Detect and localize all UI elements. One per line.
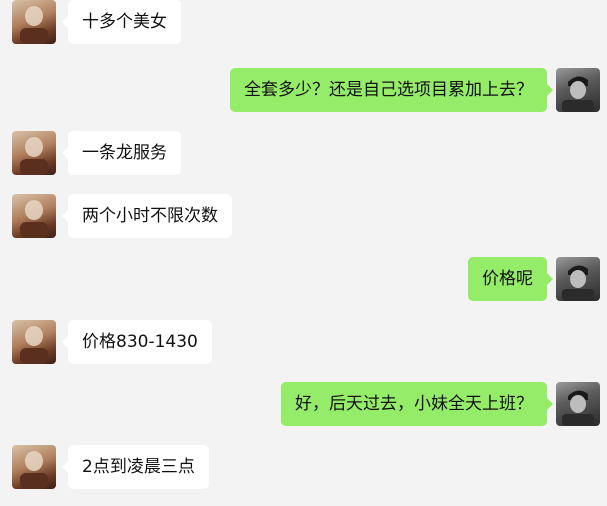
message-bubble-incoming[interactable]: 一条龙服务 [62, 131, 181, 175]
contact-avatar[interactable] [12, 131, 56, 175]
message-bubble-outgoing[interactable]: 全套多少？还是自己选项目累加上去？ [230, 68, 553, 112]
contact-avatar[interactable] [12, 320, 56, 364]
message-row: 一条龙服务 [0, 129, 607, 177]
contact-avatar[interactable] [12, 0, 56, 44]
message-bubble-incoming[interactable]: 两个小时不限次数 [62, 194, 232, 238]
message-row: 2点到凌晨三点 [0, 443, 607, 491]
message-bubble-outgoing[interactable]: 好，后天过去，小妹全天上班？ [281, 382, 553, 426]
message-bubble-outgoing[interactable]: 价格呢 [468, 257, 553, 301]
message-row: 价格呢 [0, 255, 607, 303]
contact-avatar[interactable] [12, 194, 56, 238]
message-row: 价格830-1430 [0, 318, 607, 366]
message-bubble-incoming[interactable]: 2点到凌晨三点 [62, 445, 209, 489]
message-row: 好，后天过去，小妹全天上班？ [0, 380, 607, 428]
self-avatar[interactable] [556, 382, 600, 426]
message-row: 十多个美女 [0, 0, 607, 46]
self-avatar[interactable] [556, 68, 600, 112]
message-bubble-incoming[interactable]: 价格830-1430 [62, 320, 212, 364]
message-row: 全套多少？还是自己选项目累加上去？ [0, 66, 607, 114]
contact-avatar[interactable] [12, 445, 56, 489]
message-row: 两个小时不限次数 [0, 192, 607, 240]
message-bubble-incoming[interactable]: 十多个美女 [62, 0, 181, 44]
self-avatar[interactable] [556, 257, 600, 301]
